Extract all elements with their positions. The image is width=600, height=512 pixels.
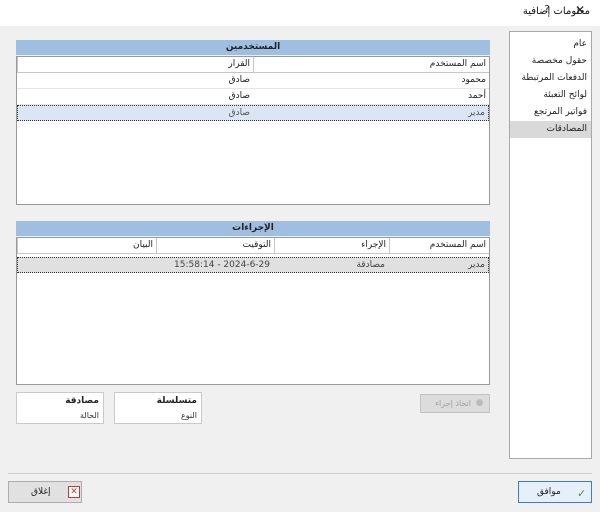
cell-decision: صادق: [228, 75, 250, 85]
help-button[interactable]: ?: [540, 4, 554, 20]
type-card: متسلسلة النوع: [114, 392, 202, 424]
column-header-username[interactable]: اسم المستخدم: [389, 238, 489, 253]
nav-item-return-invoices[interactable]: فواتير المرتجع: [510, 104, 591, 121]
cell-username: محمود: [461, 75, 487, 85]
table-row[interactable]: أحمد صادق: [17, 89, 489, 105]
cell-username: مدير: [467, 108, 485, 118]
window-close-button[interactable]: ✕: [568, 3, 592, 21]
status-card: مصادقة الحالة: [16, 392, 104, 424]
status-card-value: مصادقة: [65, 396, 99, 406]
column-header-username[interactable]: اسم المستخدم: [253, 57, 489, 72]
nav-item-general[interactable]: عام: [510, 36, 591, 53]
ok-label: موافق: [537, 487, 561, 497]
cell-username: أحمد: [468, 91, 486, 101]
column-header-decision[interactable]: القرار: [17, 57, 253, 72]
ok-button[interactable]: موافق ✓: [518, 481, 592, 503]
column-header-action[interactable]: الإجراء: [274, 238, 389, 253]
table-row-selected[interactable]: مدير صادق: [17, 105, 489, 121]
take-action-button[interactable]: ● اتخاذ إجراء: [420, 394, 490, 413]
title-bar: معلومات إضافية ? ✕: [0, 0, 600, 26]
nav-item-custom-fields[interactable]: حقول مخصصة: [510, 53, 591, 70]
actions-section-header: الإجراءات: [16, 221, 490, 236]
users-section-header: المستخدمين: [16, 40, 490, 55]
actions-grid-header: اسم المستخدم الإجراء التوقيت البيان: [17, 238, 489, 254]
users-grid[interactable]: اسم المستخدم القرار محمود صادق أحمد صادق…: [16, 56, 490, 205]
nav-item-linked-payments[interactable]: الدفعات المرتبطة: [510, 70, 591, 87]
actions-grid[interactable]: اسم المستخدم الإجراء التوقيت البيان مدير…: [16, 237, 490, 385]
status-card-label: الحالة: [80, 411, 99, 420]
close-label: إغلاق: [31, 487, 51, 497]
nav-item-approvals[interactable]: المصادقات: [510, 121, 591, 138]
cell-username: مدير: [467, 260, 485, 270]
close-box-icon: ✕: [68, 486, 80, 498]
cell-description: [18, 258, 155, 272]
navigation-list: عام حقول مخصصة الدفعات المرتبطة لوائح ال…: [509, 31, 592, 459]
person-icon: ●: [475, 398, 484, 408]
cell-action: مصادقة: [356, 260, 385, 270]
take-action-label: اتخاذ إجراء: [435, 399, 471, 408]
cell-decision: صادق: [228, 108, 250, 118]
cell-decision: صادق: [228, 91, 250, 101]
close-button[interactable]: إغلاق ✕: [8, 481, 82, 503]
column-header-description[interactable]: البيان: [17, 238, 156, 253]
nav-item-packing-lists[interactable]: لوائح التعبئة: [510, 87, 591, 104]
type-card-value: متسلسلة: [156, 396, 197, 406]
users-grid-header: اسم المستخدم القرار: [17, 57, 489, 73]
checkmark-icon: ✓: [577, 487, 587, 500]
column-header-time[interactable]: التوقيت: [156, 238, 274, 253]
cell-time: 15:58:14 - 2024-6-29: [174, 260, 270, 270]
footer: [0, 474, 600, 512]
type-card-label: النوع: [181, 411, 197, 420]
table-row-selected[interactable]: مدير مصادقة 15:58:14 - 2024-6-29: [17, 257, 489, 273]
table-row[interactable]: محمود صادق: [17, 73, 489, 89]
